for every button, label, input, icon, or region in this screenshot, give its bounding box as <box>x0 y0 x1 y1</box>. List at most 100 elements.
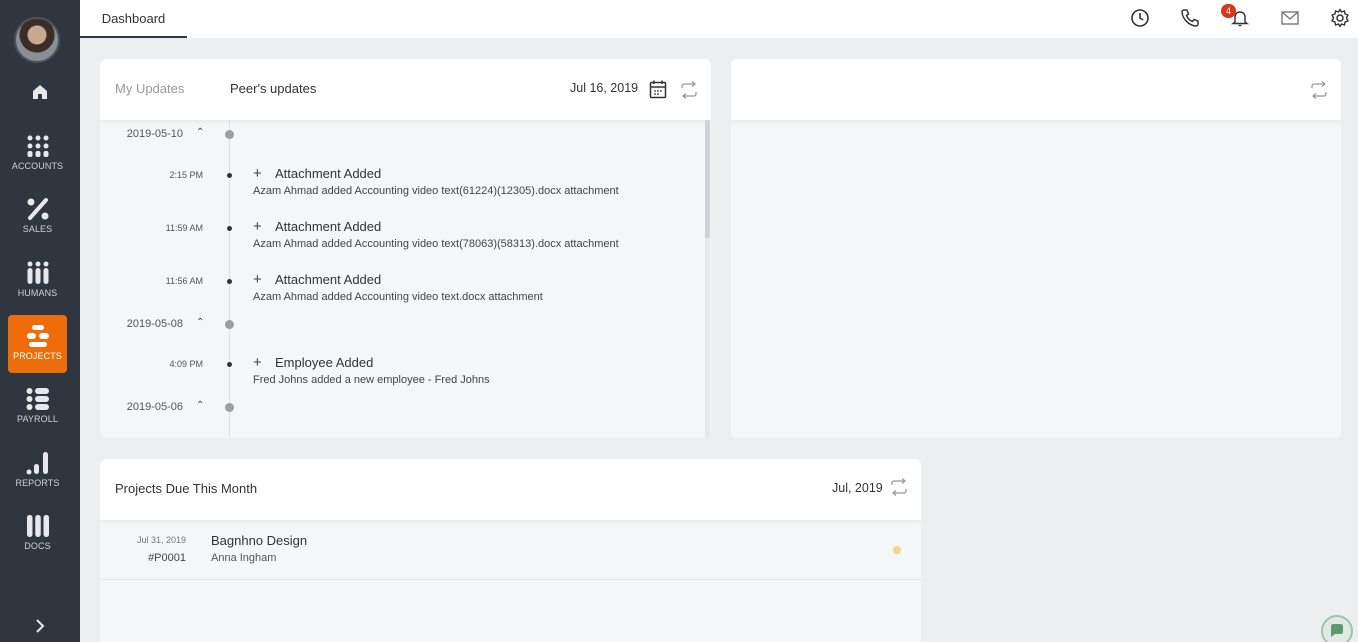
tab-my-updates[interactable]: My Updates <box>115 81 184 96</box>
updates-panel: My Updates Peer's updates Jul 16, 2019 2… <box>100 59 711 438</box>
plus-icon: + <box>253 271 262 288</box>
updates-date: Jul 16, 2019 <box>570 81 639 95</box>
refresh-icon[interactable] <box>890 478 908 501</box>
sidebar-item-humans[interactable]: HUMANS <box>8 252 67 310</box>
sidebar-item-payroll[interactable]: PAYROLL <box>8 378 67 436</box>
sidebar-item-label: HUMANS <box>17 288 58 298</box>
right-panel-header <box>731 59 1341 120</box>
sidebar-item-label: PAYROLL <box>17 414 58 424</box>
percent-icon <box>26 196 50 222</box>
sidebar: ACCOUNTS SALES HUMANS PROJECTS PAYROLL R… <box>0 0 80 642</box>
event-time: 11:59 AM <box>165 223 203 233</box>
event-marker <box>227 279 232 284</box>
timeline-event: 4:09 PM + Employee Added Fred Johns adde… <box>100 354 705 395</box>
tab-dashboard[interactable]: Dashboard <box>80 0 187 38</box>
timeline-event: 11:56 AM + Attachment Added Azam Ahmad a… <box>100 271 705 312</box>
chevron-right-icon <box>36 619 45 633</box>
chat-icon <box>1331 624 1343 637</box>
gear-icon <box>1331 8 1349 28</box>
topbar: Dashboard <box>80 0 1358 38</box>
refresh-icon[interactable] <box>680 81 698 104</box>
event-description: Azam Ahmad added Accounting video text(6… <box>253 185 619 197</box>
project-id: #P0001 <box>148 552 186 564</box>
phone-icon <box>1181 9 1199 27</box>
event-title: Attachment Added <box>275 272 382 287</box>
projects-title: Projects Due This Month <box>115 481 258 496</box>
people-icon <box>26 260 50 286</box>
avatar[interactable] <box>14 17 60 63</box>
sidebar-item-projects[interactable]: PROJECTS <box>8 315 67 373</box>
project-due-date: Jul 31, 2019 <box>136 535 186 545</box>
chat-button[interactable] <box>1321 615 1353 642</box>
updates-header: My Updates Peer's updates Jul 16, 2019 <box>100 59 711 120</box>
event-marker <box>227 362 232 367</box>
timeline-day: 2019-05-08 ⌃ <box>100 315 705 335</box>
sidebar-item-accounts[interactable]: ACCOUNTS <box>8 125 67 183</box>
home-icon <box>33 85 47 99</box>
sidebar-item-sales[interactable]: SALES <box>8 188 67 246</box>
event-title: Attachment Added <box>275 166 382 181</box>
event-title: Employee Added <box>275 355 374 370</box>
expand-sidebar-button[interactable] <box>0 612 80 640</box>
plus-icon: + <box>253 354 262 371</box>
updates-timeline[interactable]: 2019-05-10 ⌃ 2:15 PM + Attachment Added … <box>100 120 705 438</box>
mail-icon <box>1281 11 1299 25</box>
sidebar-item-docs[interactable]: DOCS <box>8 505 67 563</box>
caret-up-icon[interactable]: ⌃ <box>196 400 204 411</box>
project-owner: Anna Ingham <box>211 552 277 564</box>
docs-icon <box>26 513 50 539</box>
day-marker <box>225 320 234 329</box>
timeline-event: 11:59 AM + Attachment Added Azam Ahmad a… <box>100 218 705 259</box>
scrollbar-thumb[interactable] <box>705 120 710 238</box>
event-time: 2:15 PM <box>169 170 203 180</box>
tab-peer-updates[interactable]: Peer's updates <box>230 81 316 96</box>
timeline-day: 2019-05-10 ⌃ <box>100 125 705 145</box>
clock-icon <box>1131 9 1149 27</box>
calendar-icon[interactable] <box>649 79 667 104</box>
timeline-day: 2019-05-06 ⌃ <box>100 398 705 418</box>
event-time: 4:09 PM <box>169 359 203 369</box>
timeline-scrollbar[interactable] <box>705 120 710 438</box>
sidebar-item-label: DOCS <box>24 541 51 551</box>
event-description: Azam Ahmad added Accounting video text(7… <box>253 238 619 250</box>
grid-dots-icon <box>26 133 50 159</box>
sidebar-item-label: REPORTS <box>15 478 60 488</box>
projects-header: Projects Due This Month Jul, 2019 <box>100 459 921 520</box>
event-description: Azam Ahmad added Accounting video text.d… <box>253 291 543 303</box>
phone-button[interactable] <box>1177 5 1203 31</box>
home-button[interactable] <box>0 78 80 106</box>
plus-icon: + <box>253 165 262 182</box>
day-marker <box>225 403 234 412</box>
projects-panel: Projects Due This Month Jul, 2019 Jul 31… <box>100 459 921 642</box>
day-date: 2019-05-06 <box>126 401 183 413</box>
bar-chart-icon <box>26 450 50 476</box>
right-panel <box>731 59 1341 438</box>
projects-icon <box>26 323 50 349</box>
event-title: Attachment Added <box>275 219 382 234</box>
notification-badge: 4 <box>1221 4 1236 18</box>
sidebar-item-label: PROJECTS <box>13 351 62 361</box>
list-icon <box>26 386 50 412</box>
day-date: 2019-05-10 <box>126 128 183 140</box>
projects-month: Jul, 2019 <box>832 481 883 495</box>
caret-up-icon[interactable]: ⌃ <box>196 127 204 138</box>
mail-button[interactable] <box>1277 5 1303 31</box>
caret-up-icon[interactable]: ⌃ <box>196 317 204 328</box>
timeline-event: 2:15 PM + Attachment Added Azam Ahmad ad… <box>100 165 705 206</box>
day-date: 2019-05-08 <box>126 318 183 330</box>
event-marker <box>227 226 232 231</box>
sidebar-item-reports[interactable]: REPORTS <box>8 442 67 500</box>
plus-icon: + <box>253 218 262 235</box>
project-row[interactable]: Jul 31, 2019 #P0001 Bagnhno Design Anna … <box>100 520 921 580</box>
project-name[interactable]: Bagnhno Design <box>211 533 307 548</box>
sidebar-item-label: ACCOUNTS <box>11 161 64 171</box>
event-marker <box>227 173 232 178</box>
refresh-icon[interactable] <box>1310 81 1328 104</box>
event-description: Fred Johns added a new employee - Fred J… <box>253 374 490 386</box>
sidebar-item-label: SALES <box>22 224 53 234</box>
clock-button[interactable] <box>1127 5 1153 31</box>
status-dot <box>893 546 901 554</box>
day-marker <box>225 130 234 139</box>
settings-button[interactable] <box>1327 5 1353 31</box>
event-time: 11:56 AM <box>165 276 203 286</box>
